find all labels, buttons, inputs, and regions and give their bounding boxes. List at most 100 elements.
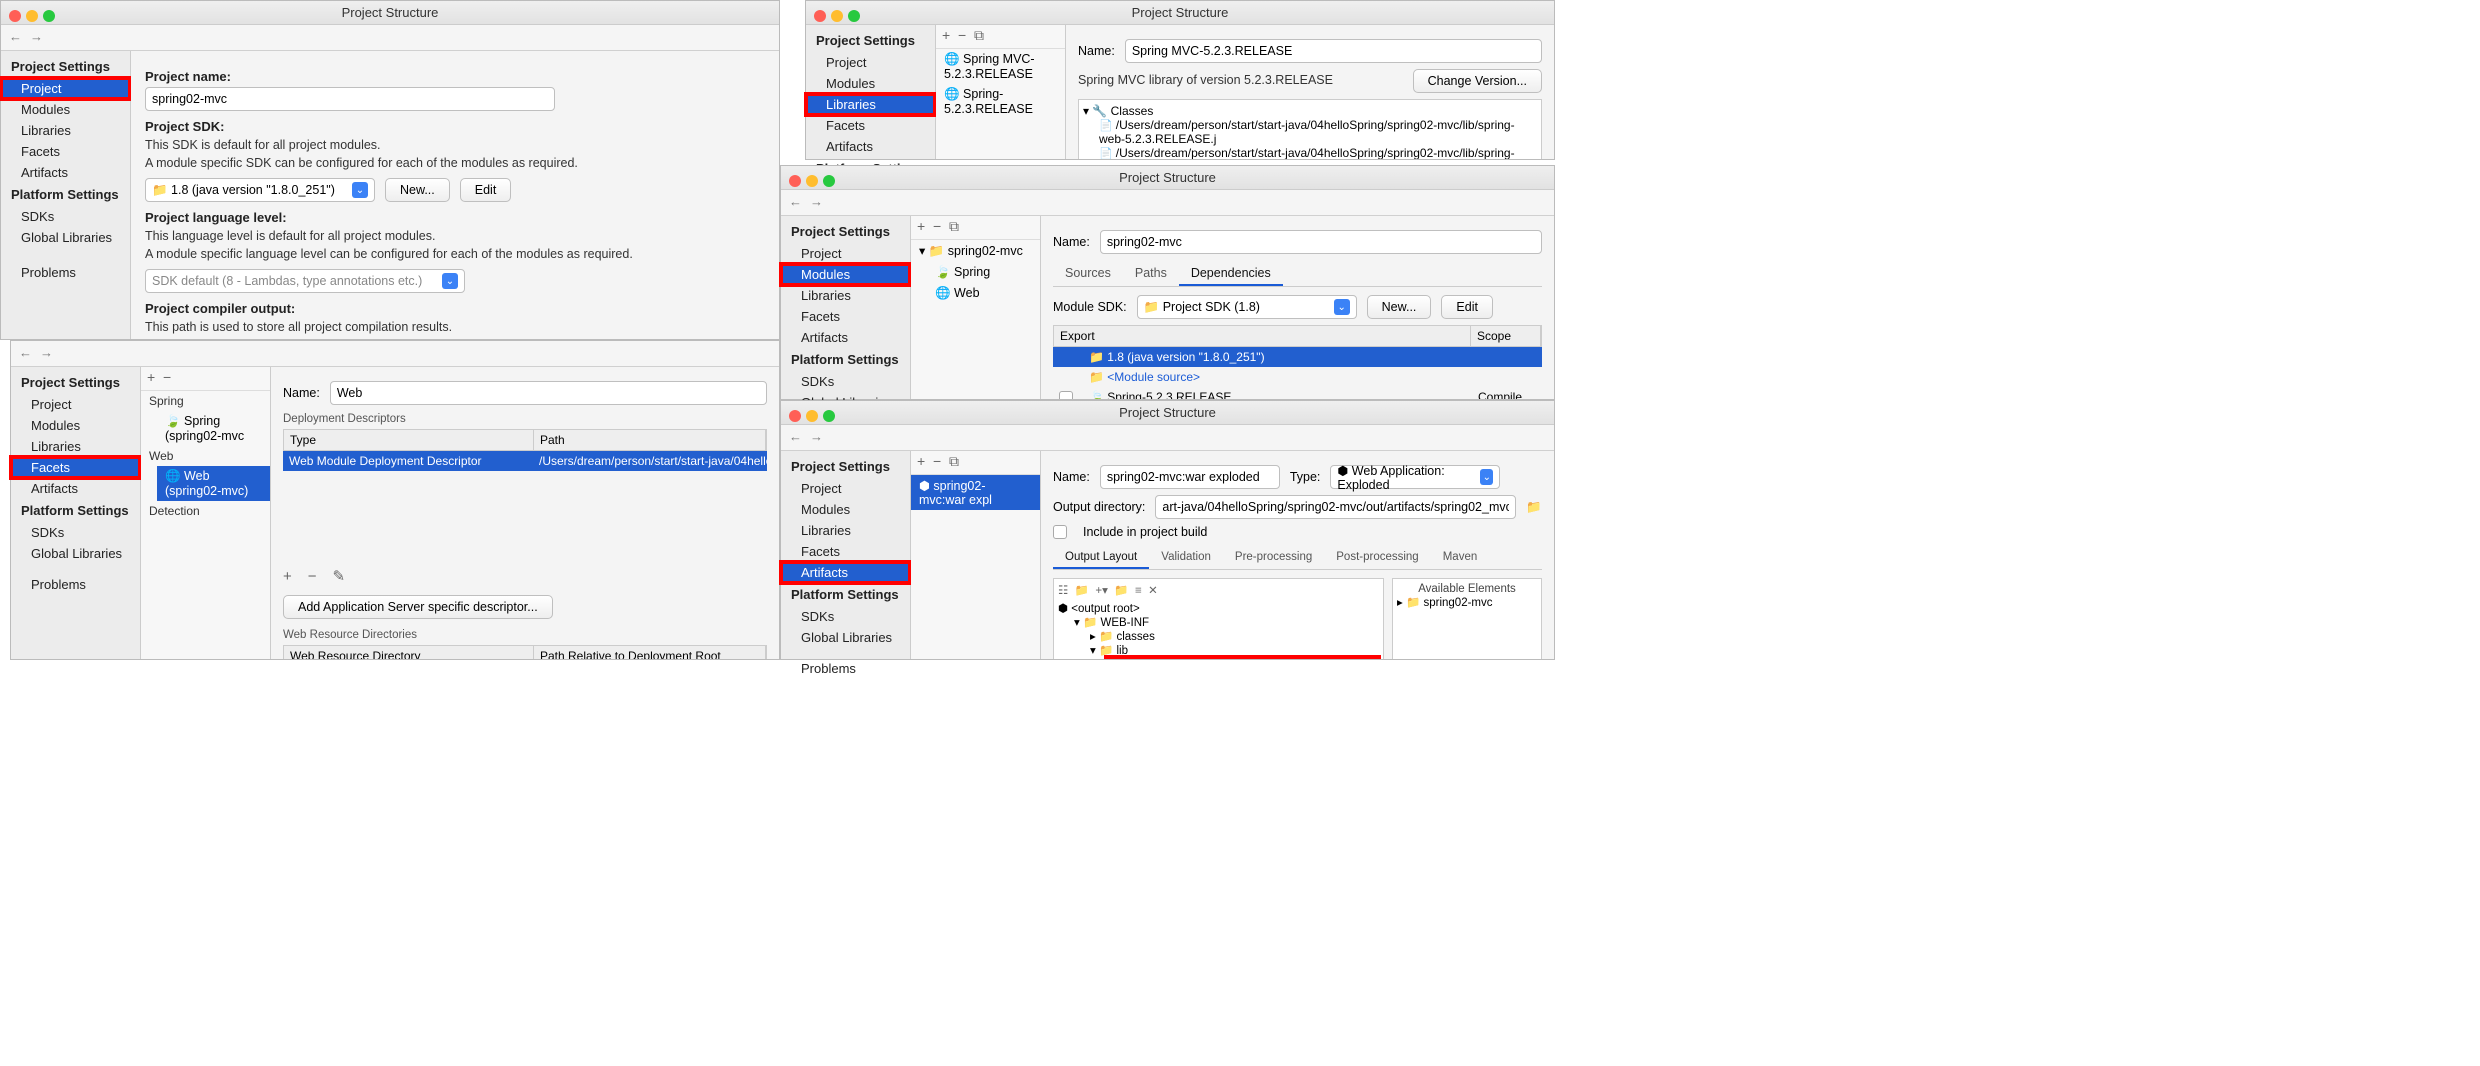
remove-icon[interactable]: − xyxy=(933,218,941,234)
remove-icon[interactable]: − xyxy=(163,369,171,385)
sdk-select[interactable]: 📁 1.8 (java version "1.8.0_251")⌄ xyxy=(145,178,375,202)
dep-row-spring[interactable]: 🍃 Spring-5.2.3.RELEASECompile xyxy=(1053,387,1542,399)
library-item[interactable]: 🌐 Spring MVC-5.2.3.RELEASE xyxy=(936,49,1065,84)
sidebar-item-problems[interactable]: Problems xyxy=(781,658,910,679)
tab-maven[interactable]: Maven xyxy=(1431,547,1490,569)
tab-paths[interactable]: Paths xyxy=(1123,262,1179,286)
tab-validation[interactable]: Validation xyxy=(1149,547,1223,569)
back-arrow[interactable]: ← xyxy=(9,29,22,44)
facet-group-web[interactable]: Web xyxy=(141,446,270,466)
add-icon[interactable]: + xyxy=(942,27,950,43)
copy-icon[interactable]: ⧉ xyxy=(949,218,959,234)
facet-spring-item[interactable]: 🍃 Spring (spring02-mvc xyxy=(157,411,270,446)
module-spring[interactable]: 🍃 Spring xyxy=(927,262,1040,283)
module-sdk-new-button[interactable]: New... xyxy=(1367,295,1432,319)
remove-icon[interactable]: − xyxy=(308,568,317,585)
sidebar-item-artifacts[interactable]: Artifacts xyxy=(11,478,140,499)
jar-file[interactable]: /Users/dream/person/start/start-java/04h… xyxy=(1099,146,1537,159)
sidebar-item-problems[interactable]: Problems xyxy=(1,262,130,283)
sidebar-item-libraries[interactable]: Libraries xyxy=(806,94,935,115)
export-checkbox[interactable] xyxy=(1059,391,1073,399)
sidebar-item-libraries[interactable]: Libraries xyxy=(11,436,140,457)
module-sdk-edit-button[interactable]: Edit xyxy=(1441,295,1493,319)
sidebar-item-libraries[interactable]: Libraries xyxy=(1,120,130,141)
sidebar-item-facets[interactable]: Facets xyxy=(781,306,910,327)
fwd-arrow[interactable]: → xyxy=(810,429,823,444)
tab-dependencies[interactable]: Dependencies xyxy=(1179,262,1283,286)
back-arrow[interactable]: ← xyxy=(789,429,802,444)
module-root[interactable]: ▾ 📁 spring02-mvc xyxy=(911,240,1040,262)
dep-row-src[interactable]: 📁 <Module source> xyxy=(1053,367,1542,387)
sidebar-item-modules[interactable]: Modules xyxy=(11,415,140,436)
lib-spring[interactable]: Spring-5.2.3.RELEASE (Project Library) xyxy=(1106,658,1379,659)
project-name-input[interactable] xyxy=(145,87,555,111)
sidebar-item-artifacts[interactable]: Artifacts xyxy=(781,327,910,348)
library-name-input[interactable] xyxy=(1125,39,1542,63)
sidebar-item-facets[interactable]: Facets xyxy=(806,115,935,136)
copy-icon[interactable]: ⧉ xyxy=(949,453,959,469)
sidebar-item-project[interactable]: Project xyxy=(806,52,935,73)
back-arrow[interactable]: ← xyxy=(789,194,802,209)
sidebar-item-sdks[interactable]: SDKs xyxy=(781,606,910,627)
available-module[interactable]: ▸ 📁 spring02-mvc xyxy=(1397,595,1537,609)
sidebar-item-project[interactable]: Project xyxy=(781,243,910,264)
classes-node[interactable]: ▸ 📁 classes xyxy=(1090,629,1379,643)
sidebar-item-global-libs[interactable]: Global Libraries xyxy=(781,627,910,648)
facet-name-input[interactable] xyxy=(330,381,767,405)
sidebar-item-project[interactable]: Project xyxy=(781,478,910,499)
sdk-edit-button[interactable]: Edit xyxy=(460,178,512,202)
tab-pre-processing[interactable]: Pre-processing xyxy=(1223,547,1324,569)
add-server-descriptor-button[interactable]: Add Application Server specific descript… xyxy=(283,595,553,619)
sidebar-item-global-libs[interactable]: Global Libraries xyxy=(1,227,130,248)
sidebar-item-sdks[interactable]: SDKs xyxy=(11,522,140,543)
sidebar-item-modules[interactable]: Modules xyxy=(781,499,910,520)
tab-post-processing[interactable]: Post-processing xyxy=(1324,547,1430,569)
fwd-arrow[interactable]: → xyxy=(810,194,823,209)
back-arrow[interactable]: ← xyxy=(19,345,32,360)
sidebar-item-artifacts[interactable]: Artifacts xyxy=(1,162,130,183)
lang-level-select[interactable]: SDK default (8 - Lambdas, type annotatio… xyxy=(145,269,465,293)
facet-detection[interactable]: Detection xyxy=(141,501,270,521)
sidebar-item-project[interactable]: Project xyxy=(11,394,140,415)
sidebar-item-artifacts[interactable]: Artifacts xyxy=(806,136,935,157)
add-icon[interactable]: + xyxy=(917,453,925,469)
facet-group-spring[interactable]: Spring xyxy=(141,391,270,411)
sidebar-item-project[interactable]: Project xyxy=(1,78,130,99)
artifact-name-input[interactable] xyxy=(1100,465,1280,489)
edit-icon[interactable]: ✎ xyxy=(333,567,346,585)
module-web[interactable]: 🌐 Web xyxy=(927,283,1040,304)
add-icon[interactable]: + xyxy=(283,568,292,585)
output-dir-input[interactable] xyxy=(1155,495,1516,519)
fwd-arrow[interactable]: → xyxy=(30,29,43,44)
library-item[interactable]: 🌐 Spring-5.2.3.RELEASE xyxy=(936,84,1065,119)
browse-icon[interactable]: 📁 xyxy=(1526,500,1542,515)
include-checkbox[interactable] xyxy=(1053,525,1067,539)
remove-icon[interactable]: − xyxy=(958,27,966,43)
add-icon[interactable]: + xyxy=(917,218,925,234)
jar-file[interactable]: /Users/dream/person/start/start-java/04h… xyxy=(1099,118,1537,146)
dep-row-sdk[interactable]: 📁 1.8 (java version "1.8.0_251") xyxy=(1053,347,1542,367)
module-sdk-select[interactable]: 📁 Project SDK (1.8)⌄ xyxy=(1137,295,1357,319)
output-root-node[interactable]: ⬢ <output root> xyxy=(1058,601,1379,615)
sidebar-item-sdks[interactable]: SDKs xyxy=(1,206,130,227)
sidebar-item-problems[interactable]: Problems xyxy=(11,574,140,595)
sidebar-item-facets[interactable]: Facets xyxy=(11,457,140,478)
sidebar-item-facets[interactable]: Facets xyxy=(1,141,130,162)
sidebar-item-facets[interactable]: Facets xyxy=(781,541,910,562)
sidebar-item-modules[interactable]: Modules xyxy=(781,264,910,285)
tab-output-layout[interactable]: Output Layout xyxy=(1053,547,1149,569)
webinf-node[interactable]: ▾ 📁 WEB-INF xyxy=(1074,615,1379,629)
sidebar-item-modules[interactable]: Modules xyxy=(1,99,130,120)
add-icon[interactable]: + xyxy=(147,369,155,385)
facet-web-item[interactable]: 🌐 Web (spring02-mvc) xyxy=(157,466,270,501)
copy-icon[interactable]: ⧉ xyxy=(974,27,984,43)
fwd-arrow[interactable]: → xyxy=(40,345,53,360)
tab-sources[interactable]: Sources xyxy=(1053,262,1123,286)
classes-node[interactable]: ▾ 🔧 Classes xyxy=(1083,104,1537,118)
sidebar-item-sdks[interactable]: SDKs xyxy=(781,371,910,392)
sidebar-item-libraries[interactable]: Libraries xyxy=(781,520,910,541)
sdk-new-button[interactable]: New... xyxy=(385,178,450,202)
sidebar-item-artifacts[interactable]: Artifacts xyxy=(781,562,910,583)
artifact-item[interactable]: ⬢ spring02-mvc:war expl xyxy=(911,475,1040,510)
change-version-button[interactable]: Change Version... xyxy=(1413,69,1542,93)
